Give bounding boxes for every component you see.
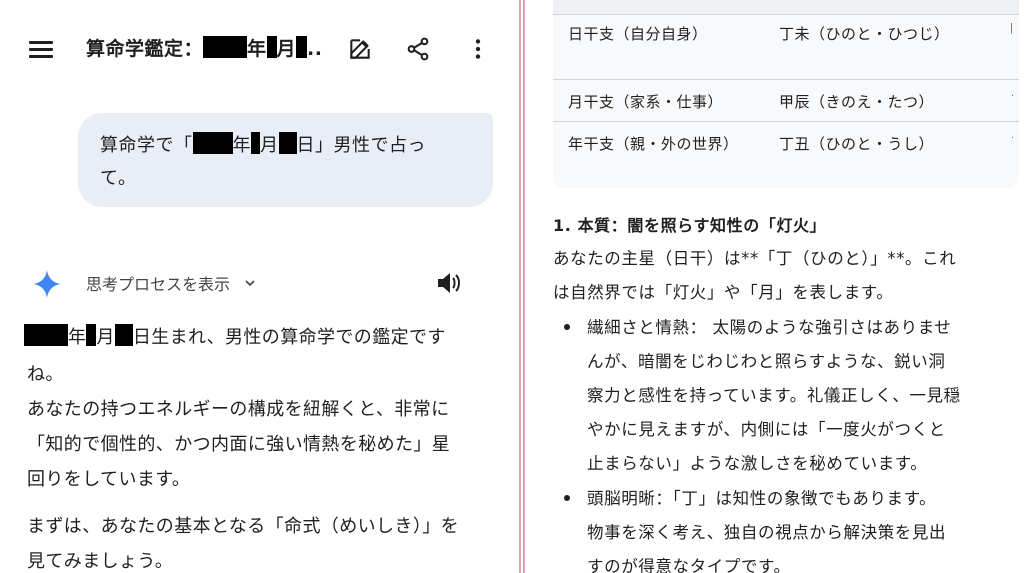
response-line: 「知的で個性的、かつ内面に強い情熱を秘めた」星 [27, 434, 451, 455]
more-vert-icon[interactable] [465, 36, 491, 62]
bullet-line: 止まらない」ような激しさを秘めています。 [587, 454, 928, 473]
show-thinking-label: 思考プロセスを表示 [86, 275, 231, 294]
meishiki-table: 日干支（自分自身） 丁未（ひのと・ひつじ） ▏ 月干支（家系・仕事） 甲辰（きの… [553, 0, 1019, 188]
table-divider [553, 79, 1019, 80]
redacted-block [278, 132, 297, 154]
response-line: ね。 [27, 364, 64, 385]
section-heading: 1. 本質：闇を照らす知性の「灯火」 [553, 216, 827, 235]
title-ellipsis: .. [307, 38, 323, 60]
response-text-part: 月 [96, 327, 115, 348]
user-message-text: 算命学で「 年月日」男性で占っ て。 [100, 129, 475, 195]
response-text-part: 日生まれ、男性の算命学での鑑定です [132, 327, 446, 348]
table-cell-value: 丁未（ひのと・ひつじ） [779, 25, 950, 43]
user-text-part: 月 [260, 135, 279, 156]
redacted-block [251, 132, 260, 154]
table-divider [553, 14, 1019, 15]
redacted-block [24, 324, 68, 346]
user-text-part: 算命学で「 [100, 135, 193, 156]
response-line: 見てみましょう。 [27, 551, 174, 572]
user-message-bubble: 算命学で「 年月日」男性で占っ て。 [78, 113, 493, 207]
response-line: あなたの持つエネルギーの構成を紐解くと、非常に [27, 399, 450, 420]
redacted-block [266, 36, 277, 58]
share-icon[interactable] [405, 36, 431, 62]
chat-panel-right: 日干支（自分自身） 丁未（ひのと・ひつじ） ▏ 月干支（家系・仕事） 甲辰（きの… [526, 0, 1024, 573]
bullet-line: 繊細さと情熱： 太陽のような強引さはありませ [587, 318, 952, 337]
redacted-block [296, 36, 308, 58]
edit-icon[interactable] [347, 36, 373, 62]
table-cell-value: 丁丑（ひのと・うし） [779, 135, 935, 153]
speaker-icon[interactable] [435, 270, 463, 296]
paragraph-line: あなたの主星（日干）は**「丁（ひのと）」**。これ [553, 249, 957, 268]
table-cell-truncated: · [1011, 133, 1015, 144]
menu-icon[interactable] [29, 39, 53, 59]
user-text-part: て。 [100, 168, 137, 189]
bullet-line: すのが得意なタイプです。 [587, 557, 791, 573]
title-prefix: 算命学鑑定： [86, 38, 204, 60]
gemini-sparkle-icon [33, 270, 61, 298]
bullet-line: 頭脳明晰：「丁」は知性の象徴でもあります。 [587, 489, 937, 508]
chevron-down-icon [245, 280, 255, 287]
response-line: 年月日生まれ、男性の算命学での鑑定です [24, 322, 446, 353]
table-header [553, 0, 1019, 14]
user-text-part: 日」男性で占っ [296, 135, 426, 156]
response-line: まずは、あなたの基本となる「命式（めいしき）」を [27, 516, 460, 537]
table-cell-truncated: ▏ [1011, 23, 1019, 34]
title-month: 月 [276, 38, 297, 60]
table-cell-label: 月干支（家系・仕事） [568, 93, 724, 111]
top-app-bar: 算命学鑑定： 年月.. [0, 28, 518, 70]
bullet-line: やかに見えますが、内側には「一度火がつくと [587, 420, 946, 439]
redacted-block [114, 324, 133, 346]
table-cell-truncated: · [1011, 91, 1015, 102]
table-cell-value: 甲辰（きのえ・たつ） [779, 93, 935, 111]
bullet-line: 物事を深く考え、独自の視点から解決策を見出 [587, 523, 947, 542]
panel-divider [518, 0, 526, 573]
redacted-block [203, 36, 248, 58]
bullet-dot [564, 495, 570, 501]
bullet-dot [564, 324, 570, 330]
chat-panel-left: 算命学鑑定：年月.. 算命学で「年月日」男性で占っ て。 思考プロセスを表示 年… [0, 0, 518, 573]
redacted-block [192, 132, 233, 154]
response-text-part: 年 [68, 327, 87, 348]
redacted-block [86, 324, 97, 346]
conversation-title: 算命学鑑定： 年月.. [86, 34, 322, 61]
bullet-line: 察力と感性を持っています。礼儀正しく、一見穏 [587, 386, 961, 405]
show-thinking-button[interactable]: 思考プロセスを表示 [86, 271, 255, 295]
title-year: 年 [247, 38, 267, 60]
user-text-part: 年 [232, 135, 251, 156]
table-cell-label: 日干支（自分自身） [568, 25, 708, 43]
paragraph-line: は自然界では「灯火」や「月」を表します。 [553, 283, 894, 302]
response-line: 回りをしています。 [27, 469, 191, 490]
table-cell-label: 年干支（親・外の世界） [568, 135, 739, 153]
bullet-line: んが、暗闇をじわじわと照らすような、鋭い洞 [587, 352, 946, 371]
table-divider [553, 121, 1019, 122]
